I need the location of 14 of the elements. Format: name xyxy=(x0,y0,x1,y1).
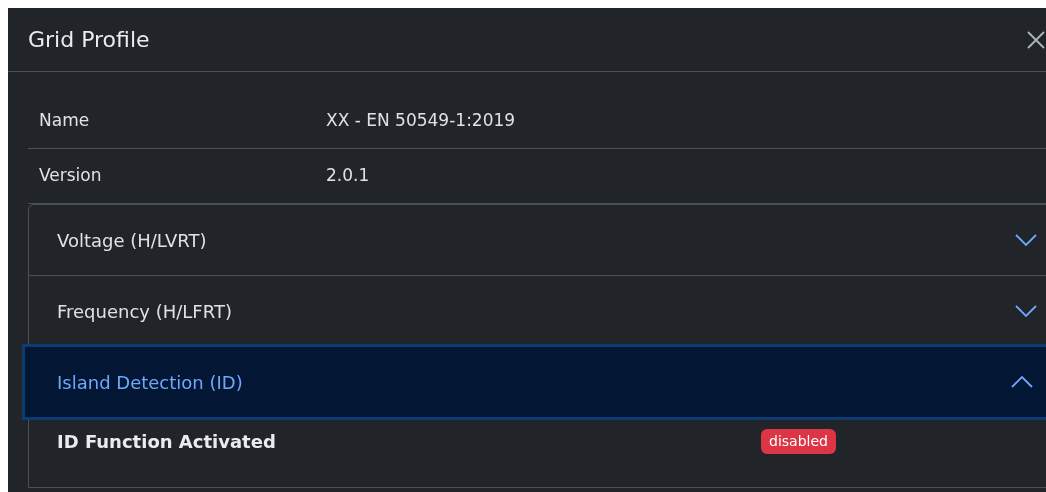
chevron-down-icon xyxy=(1015,234,1037,246)
dialog-title: Grid Profile xyxy=(28,26,150,54)
accordion-header[interactable]: Frequency (H/LFRT) xyxy=(29,276,1046,346)
chevron-down-icon xyxy=(1015,305,1037,317)
accordion-header[interactable]: Island Detection (ID) xyxy=(25,347,1046,417)
row-value: 2.0.1 xyxy=(326,164,370,188)
close-icon[interactable] xyxy=(1026,29,1046,50)
row-label: Version xyxy=(38,164,103,188)
chevron-up-icon xyxy=(1011,376,1033,388)
row-value: XX - EN 50549-1:2019 xyxy=(326,109,516,133)
accordion-header[interactable]: Voltage (H/LVRT) xyxy=(29,205,1046,275)
setting-label: ID Function Activated xyxy=(57,429,277,454)
status-badge: disabled xyxy=(761,428,836,454)
row-label: Name xyxy=(38,109,91,133)
